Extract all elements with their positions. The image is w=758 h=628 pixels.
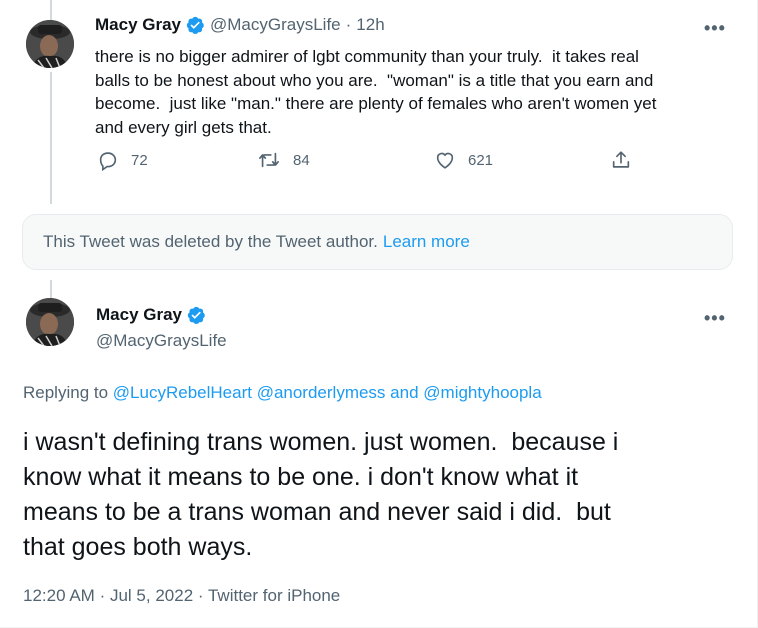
- separator-dot: ·: [99, 586, 106, 605]
- like-button[interactable]: 621: [434, 149, 493, 171]
- tweet-source[interactable]: Twitter for iPhone: [208, 586, 340, 605]
- like-count: 621: [468, 151, 494, 169]
- display-name[interactable]: Macy Gray: [96, 305, 182, 325]
- tweet2-text-line: that goes both ways.: [23, 533, 253, 561]
- mention-link[interactable]: @LucyRebelHeart: [113, 383, 252, 402]
- avatar[interactable]: [26, 20, 74, 68]
- reply-button[interactable]: 72: [97, 149, 148, 171]
- tweet1-text-line: there is no bigger admirer of lgbt commu…: [95, 47, 639, 66]
- tweet2-text-line: know what it means to be one. i don't kn…: [23, 463, 579, 491]
- verified-badge-icon: [187, 306, 205, 324]
- tweet2-text: i wasn't defining trans women. just wome…: [23, 425, 743, 565]
- tweet-time[interactable]: 12:20 AM: [23, 586, 95, 605]
- thread-line-tweet2: [50, 280, 52, 298]
- share-button[interactable]: [610, 149, 632, 171]
- replying-to-label: Replying to: [23, 383, 109, 402]
- tweet2-text-line: means to be a trans woman and never said…: [23, 498, 611, 526]
- mention-link[interactable]: @anorderlymess: [257, 383, 386, 402]
- avatar[interactable]: [26, 298, 74, 346]
- tweet-date[interactable]: Jul 5, 2022: [110, 586, 193, 605]
- display-name[interactable]: Macy Gray: [95, 15, 181, 35]
- more-icon[interactable]: •••: [704, 18, 726, 39]
- tweet1-text-line: balls to be honest about who you are. "w…: [95, 70, 654, 90]
- verified-badge-icon: [186, 16, 204, 34]
- handle[interactable]: @MacyGraysLife: [210, 15, 341, 35]
- and-others-link[interactable]: and: [390, 383, 418, 402]
- learn-more-link[interactable]: Learn more: [383, 232, 470, 252]
- separator-dot: ·: [197, 586, 204, 605]
- avatar-image: [26, 20, 74, 68]
- retweet-icon: [259, 152, 279, 168]
- tweet1-header: Macy Gray @MacyGraysLife · 12h: [95, 15, 385, 35]
- tweet1-text-line: become. just like "man." there are plent…: [95, 94, 657, 113]
- tweet2-text-line: i wasn't defining trans women. just wome…: [23, 428, 619, 456]
- thread-line-tweet1: [50, 72, 52, 204]
- timestamp[interactable]: 12h: [356, 15, 384, 35]
- retweet-count: 84: [293, 151, 310, 169]
- separator-dot: ·: [345, 15, 352, 34]
- thread-line-top: [50, 0, 52, 20]
- retweet-button[interactable]: 84: [257, 149, 310, 171]
- deleted-tweet-notice: This Tweet was deleted by the Tweet auth…: [22, 214, 733, 270]
- deleted-notice-text: This Tweet was deleted by the Tweet auth…: [43, 232, 378, 251]
- avatar-image: [26, 298, 74, 346]
- handle[interactable]: @MacyGraysLife: [96, 331, 227, 351]
- tweet-meta: 12:20 AM · Jul 5, 2022 · Twitter for iPh…: [23, 586, 340, 606]
- reply-icon: [99, 152, 117, 171]
- more-icon[interactable]: •••: [704, 308, 726, 329]
- share-icon: [612, 151, 630, 168]
- tweet1-text: there is no bigger admirer of lgbt commu…: [95, 45, 735, 139]
- tweet1-text-line: and every girl gets that.: [95, 117, 272, 137]
- tweet2-header: Macy Gray: [96, 305, 206, 325]
- like-icon: [436, 152, 454, 169]
- reply-count: 72: [131, 151, 148, 169]
- mention-link[interactable]: @mightyhoopla: [423, 383, 541, 402]
- replying-to: Replying to @LucyRebelHeart @anorderlyme…: [23, 383, 542, 403]
